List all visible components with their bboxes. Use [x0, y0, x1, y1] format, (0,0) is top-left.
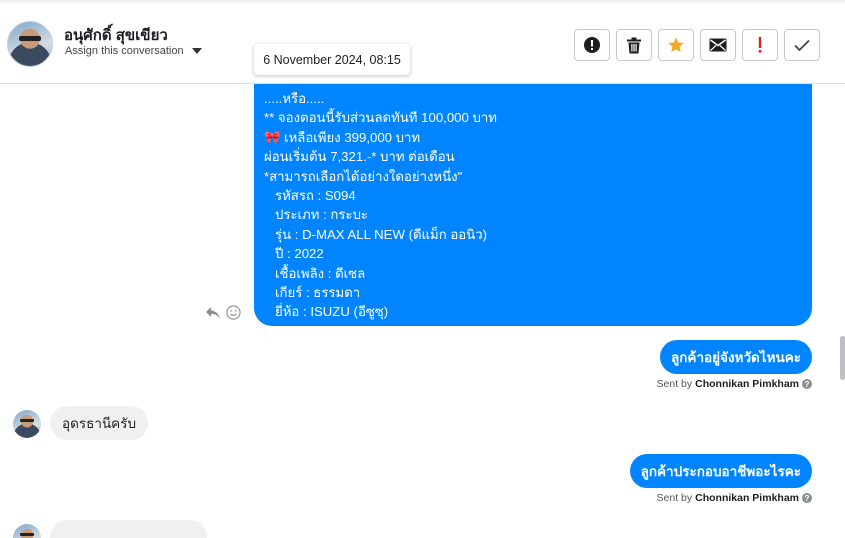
message-line: 🎀 เหลือเพียง 399,000 บาท	[264, 129, 421, 145]
outgoing-message-bubble[interactable]: ลูกค้าประกอบอาชีพอะไรคะ	[629, 454, 812, 488]
incoming-message-bubble[interactable]: อุดรธานีครับ	[50, 406, 149, 440]
report-spam-button[interactable]	[574, 29, 610, 61]
message-hover-actions	[205, 305, 241, 320]
message-line: เกียร์ : ธรรมดา	[264, 285, 361, 301]
message-line: ปี : 2022	[264, 246, 324, 262]
message-line: รหัสรถ : S094	[264, 188, 356, 204]
message-line: .....หรือ.....	[264, 91, 325, 106]
chat-scrollbar[interactable]	[839, 84, 845, 538]
ribbon-emoji-icon: 🎀	[264, 129, 281, 145]
incoming-message-bubble[interactable]	[50, 520, 207, 538]
mark-important-button[interactable]	[742, 29, 778, 61]
assign-conversation-dropdown[interactable]: Assign this conversation	[65, 45, 202, 57]
outgoing-message-bubble[interactable]: .....หรือ..... ** จองตอนนี้รับส่วนลดทันท…	[254, 84, 812, 326]
assign-label: Assign this conversation	[65, 45, 184, 57]
conversation-header: อนุศักดิ์ สุขเขียว Assign this conversat…	[0, 3, 845, 84]
sender-name: Chonnikan Pimkham	[695, 378, 799, 390]
message-line: ประเภท : กระบะ	[264, 207, 369, 223]
alert-circle-icon	[584, 37, 600, 53]
outgoing-message-bubble[interactable]: ลูกค้าอยู่จังหวัดไหนคะ	[659, 340, 812, 374]
contact-avatar-small[interactable]	[13, 410, 41, 438]
message-line: ผ่อนเริ่มต้น 7,321.-* บาท ต่อเดือน	[264, 149, 455, 165]
message-line: ** จองตอนนี้รับส่วนลดทันที 100,000 บาท	[264, 110, 497, 126]
conversation-actions	[574, 29, 820, 61]
caret-down-icon	[191, 48, 202, 54]
contact-avatar[interactable]	[7, 21, 53, 67]
sender-name: Chonnikan Pimkham	[695, 492, 799, 504]
contact-avatar-small[interactable]	[13, 524, 41, 538]
check-icon	[794, 39, 810, 51]
delete-button[interactable]	[616, 29, 652, 61]
exclamation-icon	[758, 37, 762, 53]
message-line: ยี่ห้อ : ISUZU (อีซูซุ)	[264, 304, 389, 320]
emoji-react-icon[interactable]	[226, 305, 241, 320]
message-line: เชื้อเพลิง : ดีเซล	[264, 265, 366, 281]
timestamp-tooltip: 6 November 2024, 08:15	[254, 44, 410, 75]
message-line: รุ่น : D-MAX ALL NEW (ดีแม็ก ออนิว)	[264, 226, 488, 242]
contact-name[interactable]: อนุศักดิ์ สุขเขียว	[64, 23, 168, 47]
message-line: *สามารถเลือกได้อย่างใดอย่างหนึ่ง"	[264, 168, 463, 184]
scrollbar-thumb[interactable]	[840, 336, 845, 380]
star-icon	[668, 37, 684, 53]
help-icon[interactable]: ?	[802, 379, 812, 389]
sent-by-label: Sent by Chonnikan Pimkham ?	[657, 378, 812, 390]
mark-done-button[interactable]	[784, 29, 820, 61]
reply-icon[interactable]	[205, 306, 221, 320]
trash-icon	[627, 37, 641, 53]
star-button[interactable]	[658, 29, 694, 61]
envelope-icon	[709, 38, 727, 52]
message-thread: .....หรือ..... ** จองตอนนี้รับส่วนลดทันท…	[0, 84, 845, 538]
mark-unread-button[interactable]	[700, 29, 736, 61]
sent-by-label: Sent by Chonnikan Pimkham ?	[657, 492, 812, 504]
help-icon[interactable]: ?	[802, 493, 812, 503]
